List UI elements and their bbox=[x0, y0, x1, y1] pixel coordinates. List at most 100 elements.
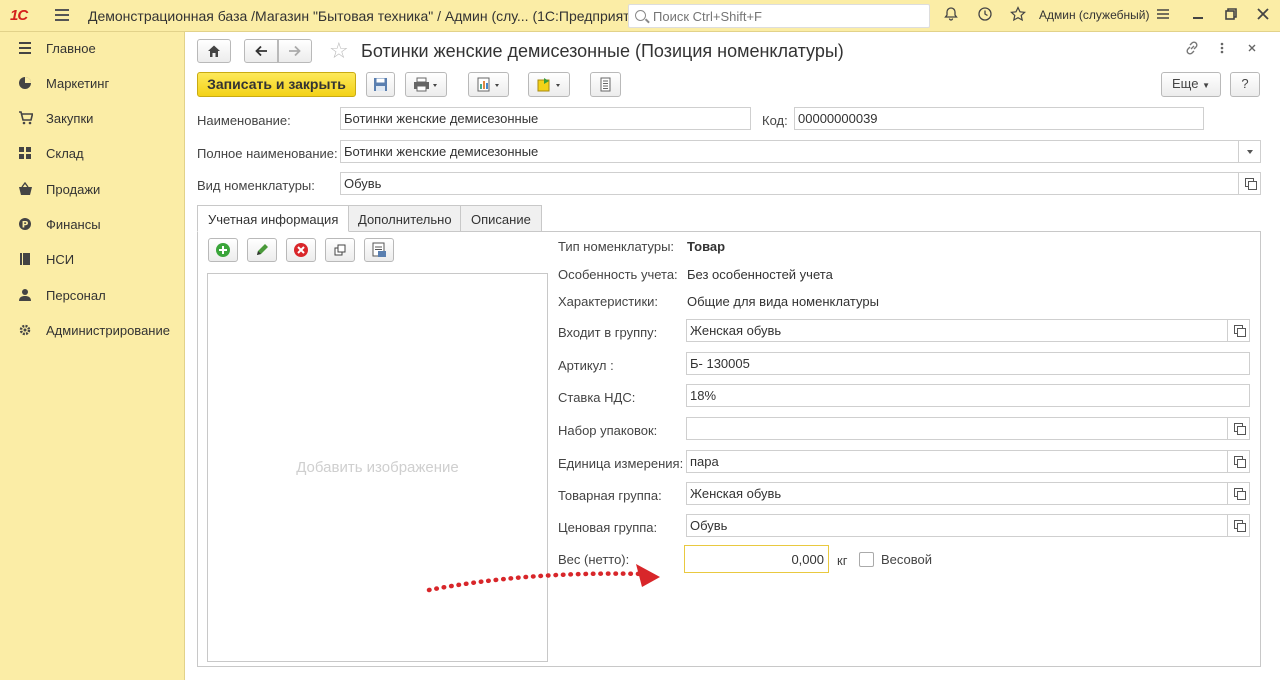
tab-description[interactable]: Описание bbox=[460, 205, 542, 232]
close-window-icon[interactable] bbox=[1253, 6, 1273, 26]
article-field[interactable]: Б- 130005 bbox=[686, 352, 1250, 375]
sidebar-item-administration[interactable]: Администрирование bbox=[0, 316, 185, 346]
save-image-button[interactable] bbox=[364, 238, 394, 262]
goods-group-label: Товарная группа: bbox=[558, 488, 662, 503]
annotation-arrow bbox=[426, 564, 660, 593]
open-item-icon[interactable] bbox=[1227, 483, 1249, 504]
book-icon bbox=[17, 252, 33, 268]
sidebar: Главное Маркетинг Закупки Склад Продажи … bbox=[0, 32, 185, 680]
settings-menu-icon[interactable] bbox=[1153, 6, 1173, 26]
open-item-icon[interactable] bbox=[1227, 320, 1249, 341]
packs-field[interactable] bbox=[686, 417, 1250, 440]
sidebar-item-main[interactable]: Главное bbox=[0, 34, 185, 64]
help-button[interactable]: ? bbox=[1230, 72, 1260, 97]
create-document-icon bbox=[537, 78, 560, 92]
kind-field[interactable]: Обувь bbox=[340, 172, 1261, 195]
bell-icon[interactable] bbox=[941, 6, 961, 26]
dropdown-arrow-icon[interactable] bbox=[1238, 141, 1260, 162]
home-button[interactable] bbox=[197, 39, 231, 63]
more-vertical-icon[interactable] bbox=[1219, 40, 1225, 60]
open-item-icon[interactable] bbox=[1227, 515, 1249, 536]
save-button[interactable] bbox=[366, 72, 395, 97]
restore-icon[interactable] bbox=[1221, 6, 1241, 26]
sidebar-item-marketing[interactable]: Маркетинг bbox=[0, 69, 185, 99]
add-image-button[interactable] bbox=[208, 238, 238, 262]
weighted-label[interactable]: Весовой bbox=[881, 552, 932, 567]
favorites-star-icon[interactable] bbox=[1008, 6, 1028, 26]
article-label: Артикул : bbox=[558, 358, 614, 373]
coin-icon: Р bbox=[17, 217, 33, 233]
weighted-checkbox[interactable] bbox=[859, 552, 874, 567]
tab-additional[interactable]: Дополнительно bbox=[347, 205, 463, 232]
kind-value: Обувь bbox=[344, 176, 382, 191]
sidebar-item-finance[interactable]: Р Финансы bbox=[0, 210, 185, 240]
structure-button[interactable] bbox=[590, 72, 621, 97]
name-field[interactable]: Ботинки женские демисезонные bbox=[340, 107, 751, 130]
unit-field[interactable]: пара bbox=[686, 450, 1250, 473]
search-box[interactable] bbox=[628, 4, 930, 28]
group-field[interactable]: Женская обувь bbox=[686, 319, 1250, 342]
app-logo[interactable]: 1С bbox=[10, 7, 28, 24]
cart-icon bbox=[17, 111, 34, 127]
window-title: Демонстрационная база /Магазин "Бытовая … bbox=[88, 8, 650, 24]
document-list-icon bbox=[600, 77, 611, 92]
close-form-icon[interactable] bbox=[1246, 40, 1258, 60]
name-label: Наименование: bbox=[197, 113, 291, 128]
favorite-star-icon[interactable]: ☆ bbox=[329, 38, 349, 64]
create-based-on-button[interactable] bbox=[528, 72, 570, 97]
add-image-placeholder[interactable]: Добавить изображение bbox=[208, 459, 547, 476]
sidebar-item-purchases[interactable]: Закупки bbox=[0, 104, 185, 134]
edit-image-button[interactable] bbox=[247, 238, 277, 262]
forward-button[interactable] bbox=[278, 39, 312, 63]
main-content: ☆ Ботинки женские демисезонные (Позиция … bbox=[186, 32, 1280, 680]
print-menu-button[interactable] bbox=[405, 72, 447, 97]
more-actions-button[interactable]: Еще ▼ bbox=[1161, 72, 1221, 97]
basket-icon bbox=[17, 181, 33, 198]
packs-label: Набор упаковок: bbox=[558, 423, 658, 438]
open-image-button[interactable] bbox=[325, 238, 355, 262]
open-window-icon bbox=[334, 244, 346, 256]
unit-value: пара bbox=[690, 454, 719, 469]
current-user[interactable]: Админ (служебный) bbox=[1039, 8, 1149, 22]
sidebar-item-label: Финансы bbox=[46, 217, 101, 232]
sidebar-item-nsi[interactable]: НСИ bbox=[0, 245, 185, 275]
image-area[interactable]: Добавить изображение bbox=[207, 273, 548, 662]
sidebar-item-sales[interactable]: Продажи bbox=[0, 175, 185, 205]
sidebar-item-label: Администрирование bbox=[46, 323, 170, 338]
goods-group-field[interactable]: Женская обувь bbox=[686, 482, 1250, 505]
tab-accounting-info[interactable]: Учетная информация bbox=[197, 205, 350, 232]
open-item-icon[interactable] bbox=[1227, 418, 1249, 439]
delete-image-button[interactable] bbox=[286, 238, 316, 262]
code-field[interactable]: 00000000039 bbox=[794, 107, 1204, 130]
home-icon bbox=[208, 45, 220, 57]
floppy-disk-icon bbox=[374, 78, 387, 91]
sidebar-item-warehouse[interactable]: Склад bbox=[0, 139, 185, 169]
full-name-field[interactable]: Ботинки женские демисезонные bbox=[340, 140, 1261, 163]
open-item-icon[interactable] bbox=[1238, 173, 1260, 194]
full-name-value: Ботинки женские демисезонные bbox=[344, 144, 539, 159]
price-group-field[interactable]: Обувь bbox=[686, 514, 1250, 537]
search-icon bbox=[635, 10, 646, 21]
sidebar-item-label: Главное bbox=[46, 41, 96, 56]
sidebar-item-personnel[interactable]: Персонал bbox=[0, 281, 185, 311]
weight-field[interactable]: 0,000 bbox=[684, 545, 829, 573]
image-save-icon bbox=[372, 242, 386, 257]
sidebar-item-label: Продажи bbox=[46, 182, 101, 197]
save-and-close-button[interactable]: Записать и закрыть bbox=[197, 72, 356, 97]
minimize-icon[interactable] bbox=[1188, 6, 1208, 26]
back-button[interactable] bbox=[244, 39, 278, 63]
grid-icon bbox=[17, 146, 33, 162]
report-icon bbox=[477, 77, 499, 92]
search-input[interactable] bbox=[653, 8, 923, 24]
link-icon[interactable] bbox=[1184, 40, 1200, 60]
sidebar-item-label: Склад bbox=[46, 146, 84, 161]
main-menu-icon[interactable] bbox=[55, 9, 69, 21]
goods-group-value: Женская обувь bbox=[690, 486, 782, 501]
open-item-icon[interactable] bbox=[1227, 451, 1249, 472]
page-title: Ботинки женские демисезонные (Позиция но… bbox=[361, 41, 844, 61]
history-icon[interactable] bbox=[975, 6, 995, 26]
vat-field[interactable]: 18% bbox=[686, 384, 1250, 407]
code-label: Код: bbox=[762, 113, 788, 128]
group-label: Входит в группу: bbox=[558, 325, 658, 340]
reports-menu-button[interactable] bbox=[468, 72, 509, 97]
